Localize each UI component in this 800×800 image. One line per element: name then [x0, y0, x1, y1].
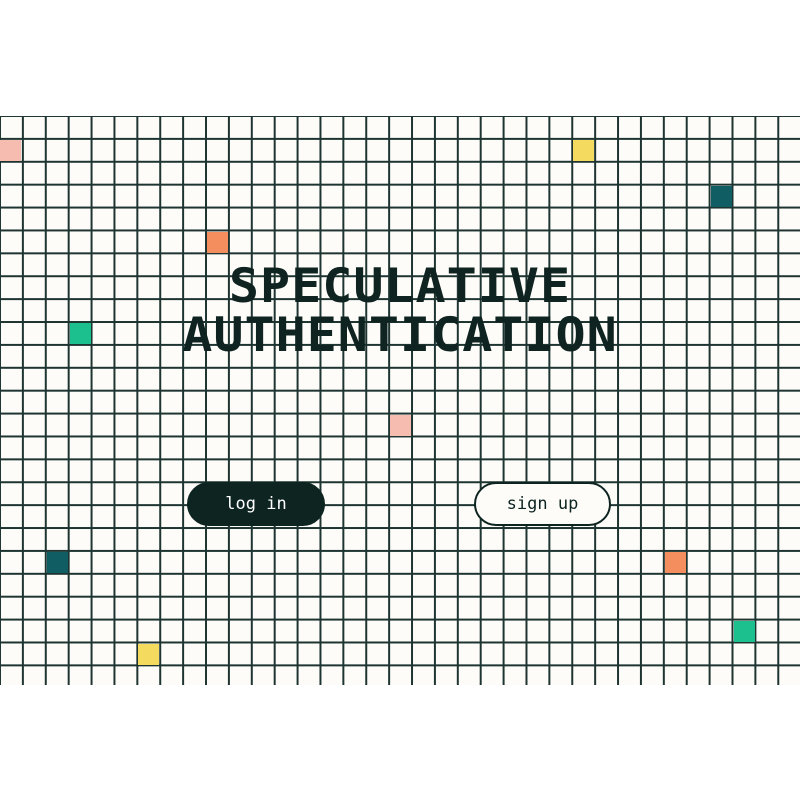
page-title-line-1: SPECULATIVE	[228, 258, 572, 314]
decor-cell-yellow	[138, 644, 159, 665]
grid-background: SPECULATIVE AUTHENTICATION log in sign u…	[0, 116, 800, 685]
decor-cell-orange	[665, 552, 686, 573]
decor-cell-orange	[207, 232, 228, 253]
login-button[interactable]: log in	[187, 482, 325, 526]
decor-cell-teal	[711, 186, 732, 207]
decor-cell-green	[734, 621, 755, 642]
decor-cell-yellow	[573, 140, 594, 161]
decor-cell-pink	[390, 415, 411, 436]
signup-button[interactable]: sign up	[474, 482, 611, 526]
page-title-line-2: AUTHENTICATION	[182, 307, 618, 363]
decor-cell-teal	[47, 552, 68, 573]
decor-cell-pink	[0, 140, 21, 161]
